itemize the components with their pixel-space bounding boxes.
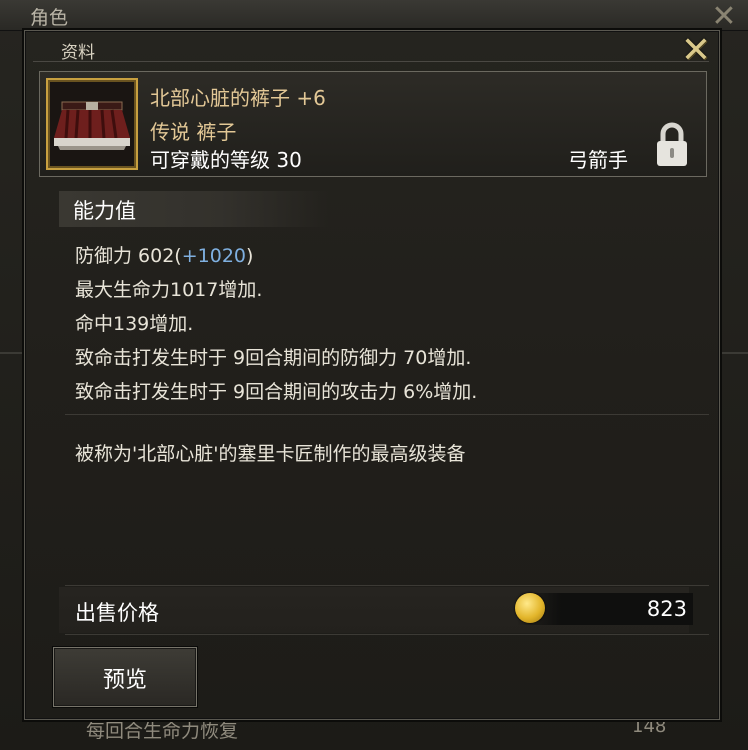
stats-section-header: 能力值 — [59, 191, 329, 227]
dialog-titlebar: 资料 — [33, 35, 709, 63]
preview-button-label: 预览 — [102, 668, 147, 693]
character-window-titlebar: 角色 ✕ — [0, 0, 748, 32]
divider — [720, 352, 748, 354]
gold-coin-icon — [515, 593, 545, 623]
stat-defense-close: ) — [246, 245, 254, 267]
stat-defense: 防御力 602(+1020) — [75, 241, 253, 268]
close-icon[interactable]: ✕ — [679, 33, 713, 69]
divider — [65, 585, 709, 586]
stats-section-title: 能力值 — [73, 199, 136, 223]
item-header: 北部心脏的裤子 +6 传说 裤子 可穿戴的等级 30 弓箭手 — [39, 71, 707, 177]
stat-line: 命中139增加. — [75, 313, 194, 335]
item-class: 弓箭手 — [568, 148, 628, 172]
item-info-dialog: 资料 ✕ 北部心脏的裤子 +6 传说 裤子 可穿戴的等级 30 弓箭手 能力值 … — [24, 30, 720, 720]
sell-price-row: 出售价格 823 — [59, 587, 693, 633]
stat-line: 致命击打发生时于 9回合期间的攻击力 6%增加. — [75, 381, 478, 403]
lock-icon — [654, 122, 690, 168]
preview-button[interactable]: 预览 — [53, 647, 197, 707]
item-level-requirement: 可穿戴的等级 30 — [150, 148, 302, 172]
red-skirt-pants-icon — [46, 78, 138, 170]
item-grade-type: 传说 裤子 — [150, 120, 237, 144]
item-name: 北部心脏的裤子 +6 — [150, 86, 326, 110]
stat-defense-label: 防御力 602( — [75, 245, 182, 267]
sell-price-label: 出售价格 — [75, 601, 159, 625]
divider — [65, 414, 709, 415]
dialog-title: 资料 — [61, 43, 95, 63]
stat-line: 致命击打发生时于 9回合期间的防御力 70增加. — [75, 347, 472, 369]
stat-defense-bonus: +1020 — [181, 245, 246, 267]
hp-regen-label: 每回合生命力恢复 — [86, 720, 239, 742]
stat-line: 最大生命力1017增加. — [75, 279, 263, 301]
item-description: 被称为'北部心脏'的塞里卡匠制作的最高级装备 — [75, 443, 466, 465]
divider — [65, 634, 709, 635]
character-window-title: 角色 — [30, 7, 69, 29]
sell-price-value: 823 — [646, 597, 687, 621]
